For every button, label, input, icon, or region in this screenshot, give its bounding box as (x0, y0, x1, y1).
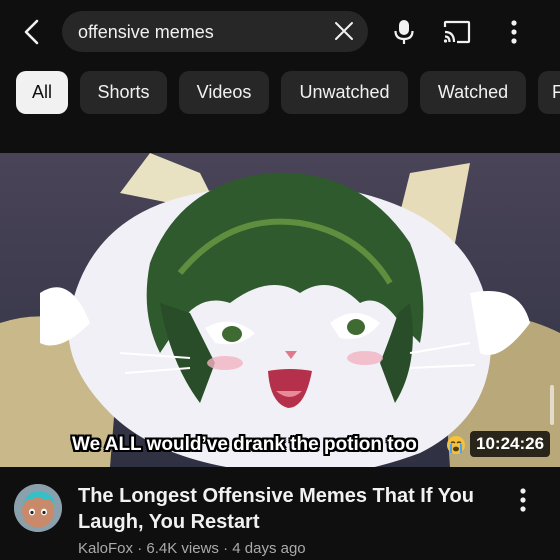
avatar-image (14, 484, 62, 532)
cast-button[interactable] (439, 14, 475, 50)
video-subtitle: KaloFox · 6.4K views · 4 days ago (78, 540, 306, 557)
chip-unwatched[interactable]: Unwatched (281, 71, 408, 114)
video-thumbnail[interactable] (0, 153, 560, 467)
voice-search-button[interactable] (386, 14, 422, 50)
video-caption: We ALL would’ve drank the potion too (72, 434, 417, 455)
video-title[interactable]: The Longest Offensive Memes That If You … (78, 483, 498, 535)
close-icon[interactable] (332, 19, 356, 43)
microphone-icon (394, 20, 414, 44)
video-menu-button[interactable] (510, 485, 536, 515)
channel-avatar[interactable] (14, 484, 62, 532)
chip-partial[interactable]: F (538, 71, 560, 114)
top-bar: offensive memes (0, 0, 560, 64)
search-query: offensive memes (78, 22, 214, 42)
crying-face-icon (447, 436, 465, 454)
filter-chips: All Shorts Videos Unwatched Watched F (0, 71, 560, 115)
separator: · (218, 540, 233, 557)
upload-age: 4 days ago (232, 540, 306, 557)
duration-badge: 10:24:26 (470, 431, 551, 457)
scrubber-handle[interactable] (550, 385, 554, 425)
chip-watched[interactable]: Watched (420, 71, 526, 114)
cast-icon (443, 20, 471, 44)
channel-name[interactable]: KaloFox (78, 540, 133, 557)
more-options-button[interactable] (496, 14, 532, 50)
separator: · (133, 540, 147, 557)
back-button[interactable] (14, 14, 50, 50)
view-count: 6.4K views (146, 540, 219, 557)
chip-all[interactable]: All (16, 71, 68, 114)
search-input[interactable]: offensive memes (62, 11, 368, 52)
more-vertical-icon (520, 488, 526, 512)
more-vertical-icon (511, 20, 517, 44)
chip-videos[interactable]: Videos (179, 71, 269, 114)
chip-shorts[interactable]: Shorts (80, 71, 167, 114)
chevron-left-icon (24, 19, 39, 45)
video-meta: The Longest Offensive Memes That If You … (0, 467, 560, 560)
thumbnail-artwork (0, 153, 560, 467)
